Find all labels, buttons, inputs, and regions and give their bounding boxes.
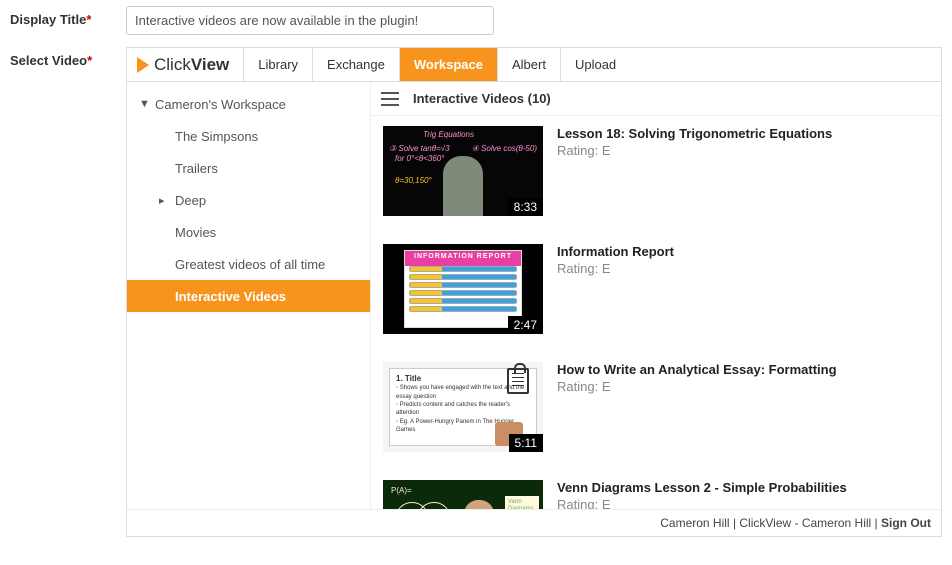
clipboard-icon (507, 368, 529, 394)
play-icon (137, 57, 149, 73)
tree-item-greatest[interactable]: Greatest videos of all time (127, 248, 370, 280)
video-rating: Rating: E (557, 261, 674, 276)
tree-root[interactable]: ▼ Cameron's Workspace (127, 88, 370, 120)
video-thumbnail[interactable]: 1. Title ◦ Shows you have engaged with t… (383, 362, 543, 452)
video-list[interactable]: Trig Equations ③ Solve tanθ=√3 for 0°<θ<… (371, 116, 941, 509)
video-row[interactable]: P(A)= Venn Diagrams Venn Diagrams Lesson… (383, 480, 929, 509)
brand: ClickView (127, 48, 243, 81)
brand-text: ClickView (154, 55, 229, 75)
footer-user: Cameron Hill (660, 516, 729, 530)
display-title-label: Display Title* (10, 6, 126, 27)
select-video-label: Select Video* (10, 47, 126, 68)
tree-item-movies[interactable]: Movies (127, 216, 370, 248)
video-title: Venn Diagrams Lesson 2 - Simple Probabil… (557, 480, 847, 495)
video-title: Information Report (557, 244, 674, 259)
video-title: How to Write an Analytical Essay: Format… (557, 362, 837, 377)
sidebar: ▼ Cameron's Workspace The Simpsons Trail… (127, 82, 371, 509)
video-rating: Rating: E (557, 497, 847, 509)
video-thumbnail[interactable]: Trig Equations ③ Solve tanθ=√3 for 0°<θ<… (383, 126, 543, 216)
video-row[interactable]: Trig Equations ③ Solve tanθ=√3 for 0°<θ<… (383, 126, 929, 216)
menu-icon[interactable] (381, 92, 399, 106)
footer-org: ClickView - Cameron Hill (739, 516, 871, 530)
video-thumbnail[interactable]: INFORMATION REPORT 2:47 (383, 244, 543, 334)
content-header: Interactive Videos (10) (371, 82, 941, 116)
content-title: Interactive Videos (10) (413, 91, 551, 106)
tree-item-trailers[interactable]: Trailers (127, 152, 370, 184)
tab-exchange[interactable]: Exchange (312, 48, 399, 81)
tab-library[interactable]: Library (243, 48, 312, 81)
video-picker-panel: ClickView Library Exchange Workspace Alb… (126, 47, 942, 537)
video-row[interactable]: 1. Title ◦ Shows you have engaged with t… (383, 362, 929, 452)
video-rating: Rating: E (557, 143, 832, 158)
tab-upload[interactable]: Upload (560, 48, 630, 81)
video-row[interactable]: INFORMATION REPORT 2:47 Information Repo… (383, 244, 929, 334)
chevron-down-icon: ▼ (139, 98, 155, 110)
chevron-right-icon: ▸ (159, 194, 175, 207)
display-title-input[interactable] (126, 6, 494, 35)
tree-item-interactive[interactable]: Interactive Videos (127, 280, 370, 312)
video-title: Lesson 18: Solving Trigonometric Equatio… (557, 126, 832, 141)
footer: Cameron Hill | ClickView - Cameron Hill … (127, 509, 941, 536)
video-rating: Rating: E (557, 379, 837, 394)
sign-out-link[interactable]: Sign Out (881, 516, 931, 530)
tab-workspace[interactable]: Workspace (399, 48, 497, 81)
topbar: ClickView Library Exchange Workspace Alb… (127, 48, 941, 82)
video-duration: 5:11 (509, 434, 543, 452)
content-pane: Interactive Videos (10) Trig Equations ③… (371, 82, 941, 509)
tree-item-simpsons[interactable]: The Simpsons (127, 120, 370, 152)
video-duration: 8:33 (508, 198, 543, 216)
tree-item-deep[interactable]: ▸ Deep (127, 184, 370, 216)
video-duration: 2:47 (508, 316, 543, 334)
tab-albert[interactable]: Albert (497, 48, 560, 81)
video-thumbnail[interactable]: P(A)= Venn Diagrams (383, 480, 543, 509)
